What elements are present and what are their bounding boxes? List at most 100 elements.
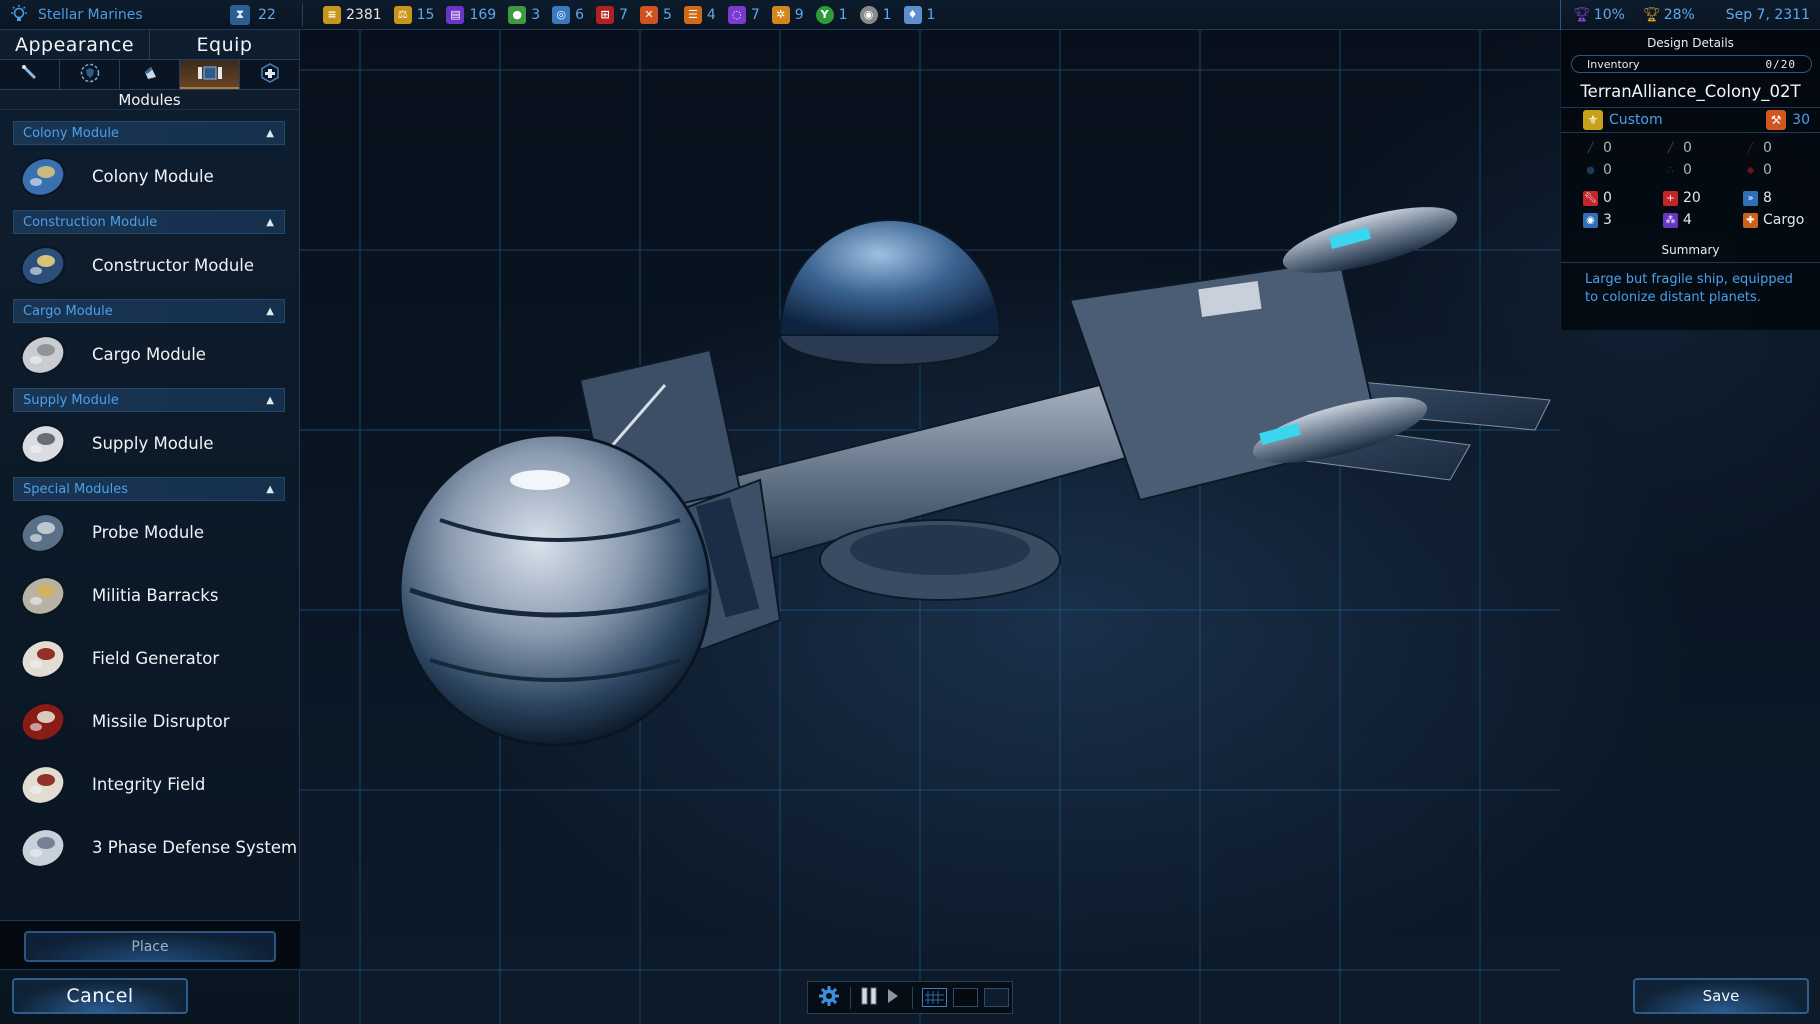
design-name[interactable]: TerranAlliance_Colony_02T bbox=[1561, 82, 1820, 104]
stat-item: ⁂ 4 bbox=[1663, 211, 1743, 229]
view-mode-3-toggle[interactable] bbox=[984, 988, 1009, 1007]
module-thumbnail-icon bbox=[14, 327, 72, 383]
gold-score[interactable]: 🏆︎ 28% bbox=[1643, 7, 1695, 23]
section-header[interactable]: Construction Module ▲ bbox=[13, 210, 285, 234]
stat-item: ✚ Cargo bbox=[1743, 211, 1820, 229]
tab-weapons[interactable] bbox=[0, 60, 60, 89]
inventory-bar[interactable]: Inventory 0/20 bbox=[1571, 55, 1812, 73]
beam-weapon-icon: ╱ bbox=[1587, 142, 1594, 154]
module-item[interactable]: Probe Module bbox=[0, 501, 299, 564]
ship-class-icon: ⚜ bbox=[1583, 110, 1603, 130]
module-thumbnail-icon bbox=[14, 149, 72, 205]
place-area: Place bbox=[0, 920, 300, 970]
module-item[interactable]: Militia Barracks bbox=[0, 564, 299, 627]
stat-value: 0 bbox=[1603, 162, 1612, 178]
resource-tech-resource[interactable]: ◎ 6 bbox=[552, 5, 584, 24]
purple-score[interactable]: 🏆︎ 10% bbox=[1573, 7, 1625, 23]
module-item[interactable]: Missile Disruptor bbox=[0, 690, 299, 753]
module-item[interactable]: Constructor Module bbox=[0, 234, 299, 297]
collapse-caret-icon[interactable]: ▲ bbox=[266, 395, 274, 406]
stat-item: 🔧︎ 0 bbox=[1583, 189, 1663, 207]
tree-icon: Y bbox=[815, 5, 834, 24]
missile-weapon-icon: ╱ bbox=[1747, 142, 1754, 154]
module-thumbnail-icon bbox=[14, 416, 72, 472]
purple-score-value: 10% bbox=[1593, 7, 1625, 23]
module-item[interactable]: Integrity Field bbox=[0, 753, 299, 816]
collapse-caret-icon[interactable]: ▲ bbox=[266, 128, 274, 139]
resource-research[interactable]: ▤ 169 bbox=[446, 5, 496, 24]
repair-icon: 🔧︎ bbox=[1583, 190, 1598, 206]
lightbulb-icon bbox=[8, 4, 30, 26]
save-button[interactable]: Save bbox=[1633, 978, 1809, 1014]
resource-strategic-resource-5[interactable]: ✲ 9 bbox=[771, 5, 804, 24]
module-name: Field Generator bbox=[92, 649, 220, 668]
place-button[interactable]: Place bbox=[24, 931, 276, 962]
settings-button[interactable] bbox=[814, 985, 844, 1011]
grid-view-toggle[interactable] bbox=[922, 988, 948, 1007]
resource-strategic-resource-6[interactable]: Y1 bbox=[815, 5, 848, 24]
tab-equip[interactable]: Equip bbox=[150, 30, 299, 59]
tab-modules[interactable] bbox=[180, 60, 240, 89]
module-name: Colony Module bbox=[92, 167, 214, 186]
cargo-icon: ✚ bbox=[1743, 212, 1758, 228]
resource-influence[interactable]: ⚖ 15 bbox=[393, 5, 434, 24]
tab-support[interactable] bbox=[240, 60, 299, 89]
resource-food[interactable]: ● 3 bbox=[508, 5, 540, 24]
resource-strategic-resource-3[interactable]: ☰ 4 bbox=[683, 5, 716, 24]
view-mode-2-toggle[interactable] bbox=[953, 988, 979, 1007]
stat-item: ● 0 bbox=[1583, 161, 1663, 179]
module-item[interactable]: Field Generator bbox=[0, 627, 299, 690]
armor-icon bbox=[141, 64, 159, 86]
module-item[interactable]: Cargo Module bbox=[0, 323, 299, 386]
module-name: Supply Module bbox=[92, 434, 214, 453]
section-header[interactable]: Cargo Module ▲ bbox=[13, 299, 285, 323]
collapse-caret-icon[interactable]: ▲ bbox=[266, 306, 274, 317]
collapse-caret-icon[interactable]: ▲ bbox=[266, 484, 274, 495]
section-header[interactable]: Special Modules ▲ bbox=[13, 477, 285, 501]
stat-item: ∴ 0 bbox=[1663, 161, 1743, 179]
stat-value: 0 bbox=[1603, 190, 1612, 206]
module-name: Integrity Field bbox=[92, 775, 206, 794]
tab-defense[interactable] bbox=[60, 60, 120, 89]
stat-value: 8 bbox=[1763, 190, 1772, 206]
section-title: Cargo Module bbox=[23, 303, 113, 319]
pause-button[interactable] bbox=[857, 985, 881, 1011]
stat-item: ╱ 0 bbox=[1583, 139, 1663, 157]
ship-model[interactable] bbox=[380, 180, 1580, 800]
section-title: Construction Module bbox=[23, 214, 158, 230]
module-name: 3 Phase Defense System bbox=[92, 838, 298, 857]
tab-armor[interactable] bbox=[120, 60, 180, 89]
section-header[interactable]: Supply Module ▲ bbox=[13, 388, 285, 412]
play-button[interactable] bbox=[881, 985, 907, 1011]
design-details-panel: Design Details Inventory 0/20 TerranAlli… bbox=[1560, 30, 1820, 330]
score-and-date: 🏆︎ 10% 🏆︎ 28% Sep 7, 2311 bbox=[1560, 0, 1820, 30]
cancel-button[interactable]: Cancel bbox=[12, 978, 188, 1014]
module-list[interactable]: Colony Module ▲ Colony Module Construction … bbox=[0, 110, 299, 879]
module-item[interactable]: Colony Module bbox=[0, 145, 299, 208]
resource-strategic-resource-7[interactable]: ◉ 1 bbox=[859, 5, 892, 24]
tab-appearance[interactable]: Appearance bbox=[0, 30, 150, 59]
resource-strategic-resource-4[interactable]: ◌ 7 bbox=[727, 5, 760, 24]
resource-strategic-resource-1[interactable]: ⊞ 7 bbox=[596, 5, 628, 24]
swirl-icon: ◌ bbox=[727, 5, 746, 24]
divider bbox=[849, 986, 851, 1009]
stat-item: ◉ 3 bbox=[1583, 211, 1663, 229]
stat-item: ╱ 0 bbox=[1663, 139, 1743, 157]
module-item[interactable]: Supply Module bbox=[0, 412, 299, 475]
collapse-caret-icon[interactable]: ▲ bbox=[266, 217, 274, 228]
stat-value: 20 bbox=[1683, 190, 1701, 206]
resource-credits[interactable]: ≡ 2381 bbox=[323, 5, 382, 24]
module-item[interactable]: 3 Phase Defense System bbox=[0, 816, 299, 879]
stat-item: +20 bbox=[1663, 189, 1743, 207]
gear-flower-icon: ✲ bbox=[771, 5, 790, 24]
resource-value: 1 bbox=[882, 6, 892, 23]
turn-counter: ⧗ 22 bbox=[230, 4, 290, 25]
faction-label[interactable]: Stellar Marines bbox=[0, 4, 230, 26]
stripes-icon: ☰ bbox=[683, 5, 702, 24]
resource-strategic-resource-2[interactable]: ✕ 5 bbox=[639, 5, 672, 24]
gold-score-value: 28% bbox=[1663, 7, 1695, 23]
section-title: Special Modules bbox=[23, 481, 129, 497]
gear-icon bbox=[818, 985, 840, 1011]
section-header[interactable]: Colony Module ▲ bbox=[13, 121, 285, 145]
resource-strategic-resource-8[interactable]: ♦ 1 bbox=[903, 5, 935, 24]
